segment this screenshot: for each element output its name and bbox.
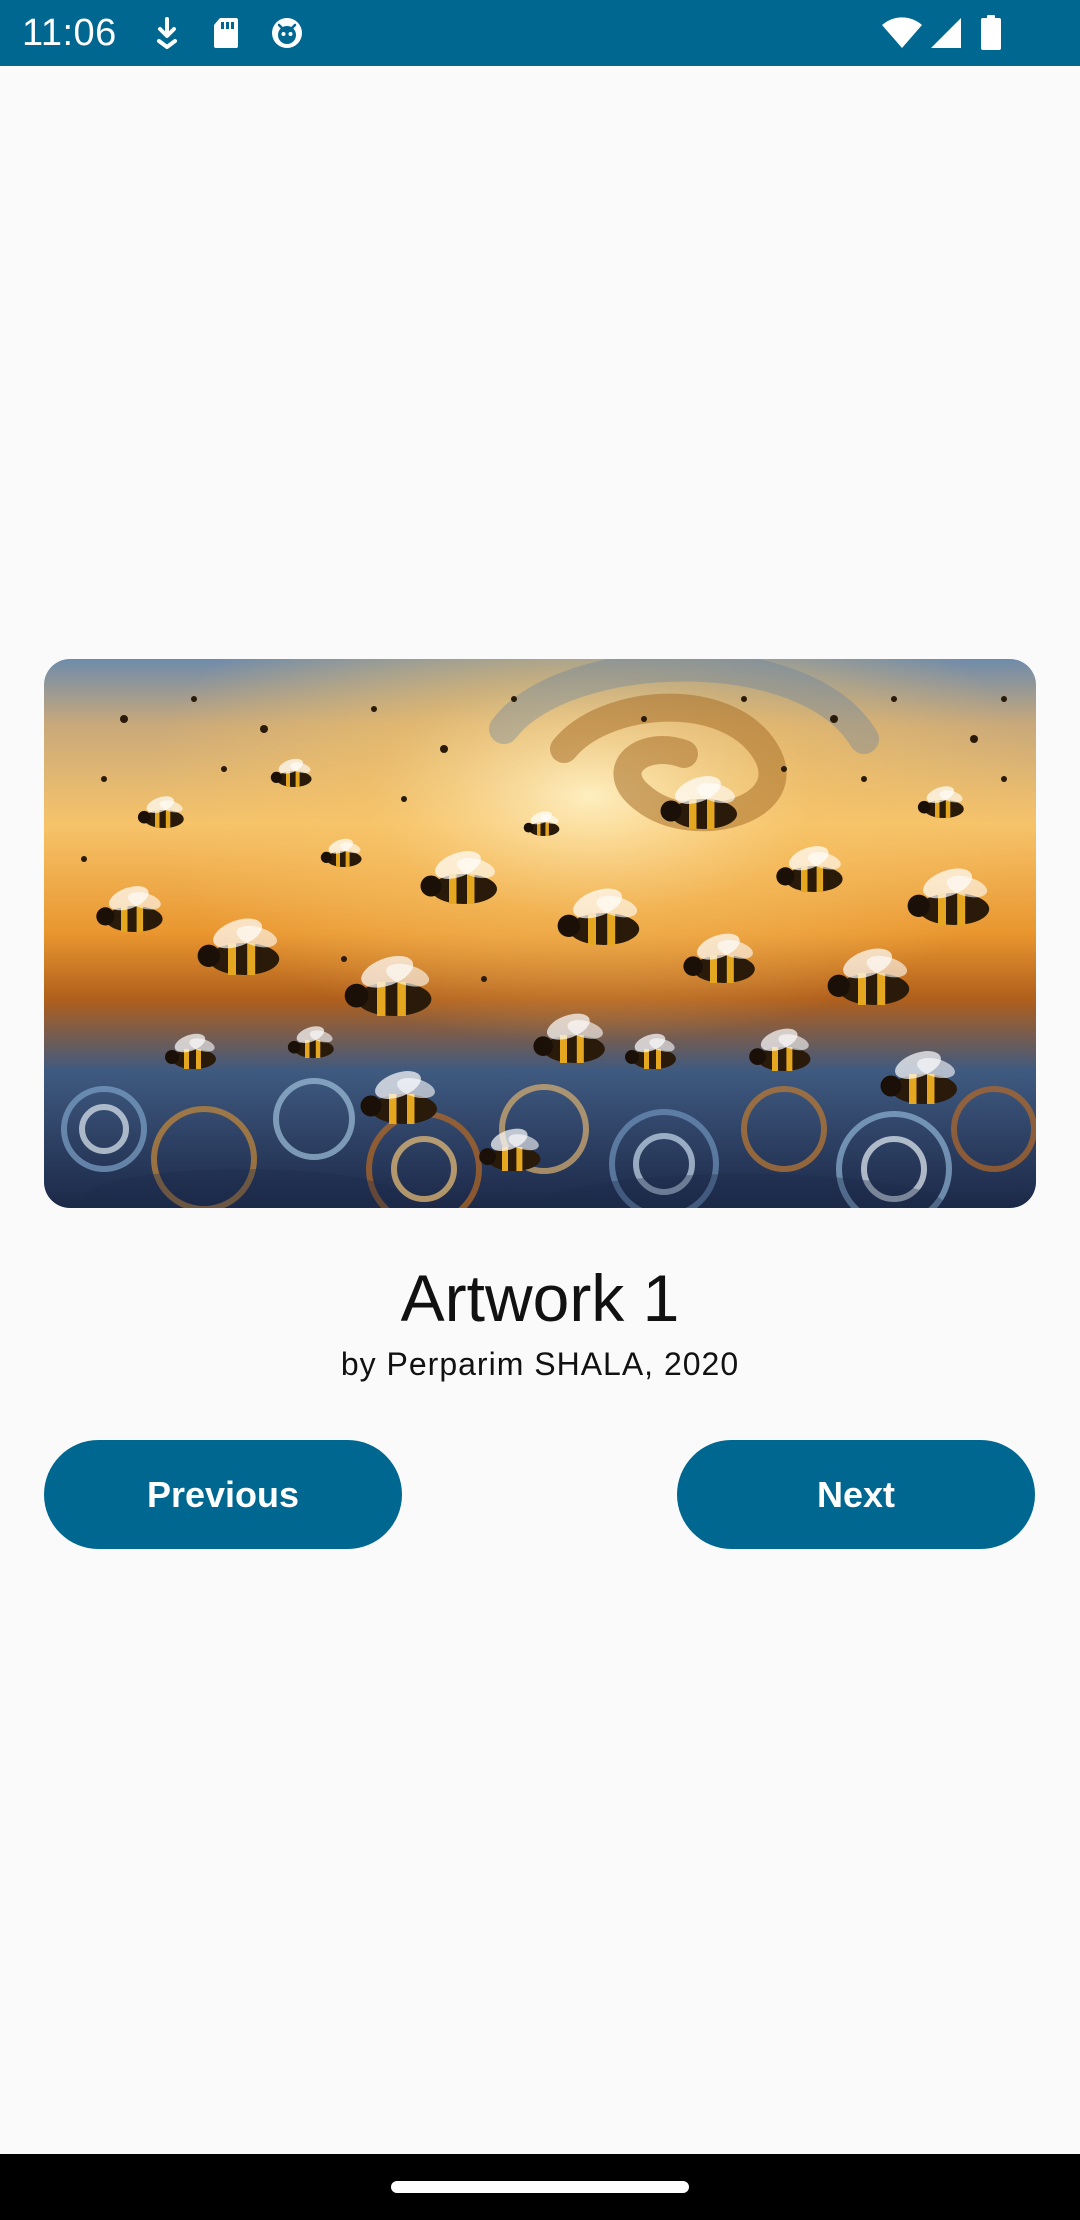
home-gesture-handle[interactable]	[391, 2181, 689, 2193]
wifi-icon	[880, 0, 924, 66]
sd-card-icon	[210, 0, 242, 66]
cellular-signal-icon	[928, 0, 964, 66]
artwork-artist: by Perparim SHALA, 2020	[340, 1346, 740, 1382]
next-button[interactable]: Next	[677, 1440, 1035, 1549]
artwork-image	[44, 659, 1036, 1208]
status-bar: 11:06	[0, 0, 1080, 66]
status-time: 11:06	[22, 12, 117, 54]
navigation-bar	[0, 2154, 1080, 2220]
battery-icon	[978, 0, 1004, 66]
previous-button[interactable]: Previous	[44, 1440, 402, 1549]
artwork-title: Artwork 1	[400, 1261, 680, 1335]
download-icon	[150, 0, 184, 66]
android-debug-icon	[268, 0, 306, 66]
